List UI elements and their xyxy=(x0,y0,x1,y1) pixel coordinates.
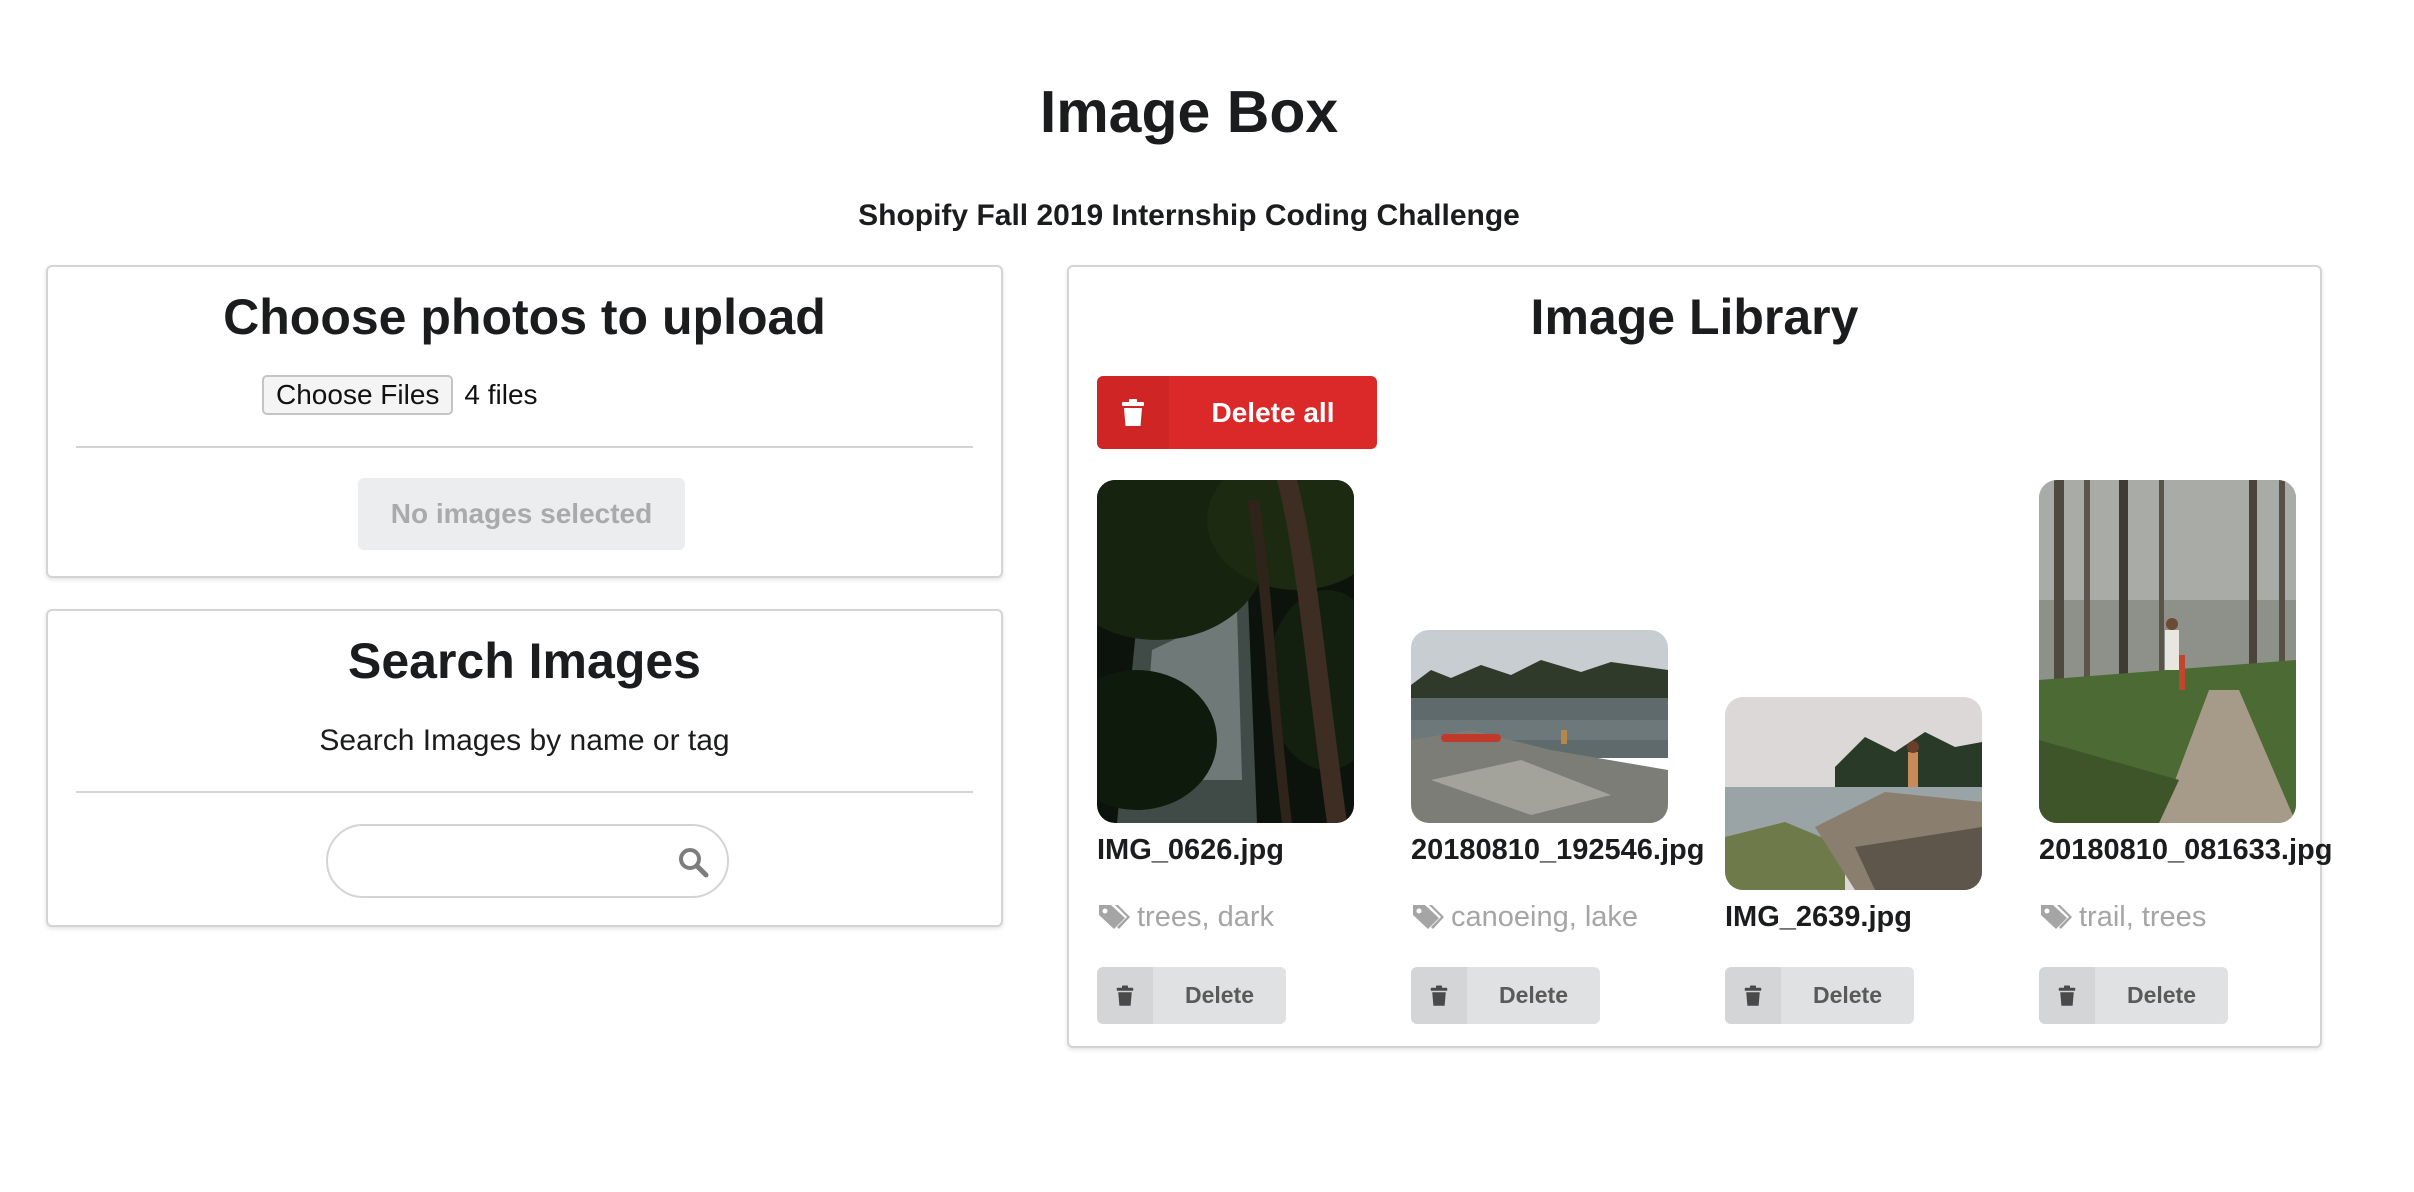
page-title: Image Box xyxy=(1039,79,1339,145)
trash-icon xyxy=(1725,967,1781,1024)
image-tags: canoeing, lake xyxy=(1411,899,1638,935)
delete-all-button[interactable]: Delete all xyxy=(1097,376,1377,449)
upload-button[interactable]: No images selected xyxy=(358,478,685,550)
delete-button[interactable]: Delete xyxy=(1725,967,1914,1024)
trash-icon xyxy=(2039,967,2095,1024)
search-input[interactable] xyxy=(356,842,660,882)
trash-icon xyxy=(1411,967,1467,1024)
search-box xyxy=(326,824,729,898)
delete-button[interactable]: Delete xyxy=(1097,967,1286,1024)
tags-icon xyxy=(1413,905,1444,929)
image-thumbnail[interactable] xyxy=(1097,480,1354,823)
image-name: 20180810_081633.jpg xyxy=(2039,834,2333,866)
search-hint: Search Images by name or tag xyxy=(319,724,730,757)
delete-button[interactable]: Delete xyxy=(2039,967,2228,1024)
delete-all-label: Delete all xyxy=(1211,396,1335,428)
image-tags: trees, dark xyxy=(1097,899,1274,935)
search-title: Search Images xyxy=(348,633,701,689)
page-subtitle: Shopify Fall 2019 Internship Coding Chal… xyxy=(858,199,1520,232)
image-thumbnail[interactable] xyxy=(1411,630,1668,823)
image-tags-text: canoeing, lake xyxy=(1451,901,1639,933)
upload-title: Choose photos to upload xyxy=(223,289,826,345)
image-tags-text: trail, trees xyxy=(2079,901,2207,933)
delete-button[interactable]: Delete xyxy=(1411,967,1600,1024)
search-icon[interactable] xyxy=(677,846,709,878)
upload-panel: Choose photos to upload Choose Files 4 f… xyxy=(46,265,1003,578)
delete-label: Delete xyxy=(1184,982,1255,1008)
image-thumbnail[interactable] xyxy=(2039,480,2296,823)
image-tags-text: trees, dark xyxy=(1137,901,1274,933)
delete-label: Delete xyxy=(2126,982,2197,1008)
divider xyxy=(76,791,973,793)
image-name: IMG_0626.jpg xyxy=(1097,834,1284,866)
choose-files-button[interactable]: Choose Files xyxy=(262,375,454,415)
image-name: IMG_2639.jpg xyxy=(1725,901,1912,933)
file-picker: Choose Files 4 files xyxy=(262,375,538,415)
trash-icon xyxy=(1097,967,1153,1024)
image-library-panel: Image Library Delete all IMG_0626.jpg tr… xyxy=(1067,265,2332,1048)
trash-icon xyxy=(1097,376,1169,449)
tags-icon xyxy=(2041,905,2072,929)
image-name: 20180810_192546.jpg xyxy=(1411,834,1705,866)
search-panel: Search Images Search Images by name or t… xyxy=(46,609,1003,927)
file-count: 4 files xyxy=(464,379,538,410)
image-tags: trail, trees xyxy=(2039,899,2206,935)
divider xyxy=(76,446,973,448)
library-title: Image Library xyxy=(1530,289,1859,345)
tags-icon xyxy=(1099,905,1130,929)
delete-label: Delete xyxy=(1812,982,1883,1008)
image-thumbnail[interactable] xyxy=(1725,697,1982,890)
delete-label: Delete xyxy=(1498,982,1569,1008)
